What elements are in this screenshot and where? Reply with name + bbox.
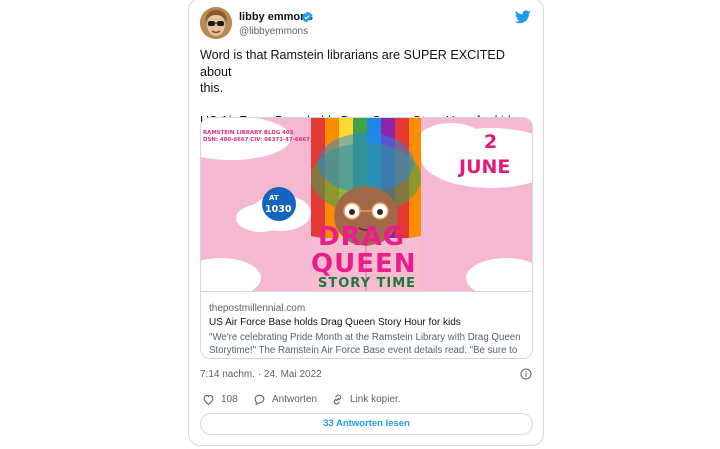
preview-date-month: JUNE [459,156,511,178]
read-replies-button[interactable]: 33 Antworten lesen [200,413,533,435]
copy-link-button[interactable]: Link kopier. [331,393,401,406]
verified-badge-icon [302,11,312,23]
copy-link-label: Link kopier. [350,394,401,405]
preview-library-text: RAMSTEIN LIBRARY BLDG 403 DSN: 480-6667 … [203,130,310,143]
link-domain: thepostmillennial.com [209,303,306,314]
tweet-text-line: Word is that Ramstein librarians are SUP… [200,48,505,79]
info-icon[interactable] [520,368,532,380]
heart-icon [203,394,214,406]
author-handle[interactable]: @libbyemmons [239,26,308,37]
avatar[interactable] [200,7,232,39]
tweet-card: libby emmons @libbyemmons Word is that R… [188,0,544,446]
preview-headline-queen: QUEEN [311,249,417,279]
reply-bubble-icon [254,394,265,406]
reply-label: Antworten [272,394,318,405]
preview-headline-story: STORY TIME [318,276,417,291]
reply-button[interactable]: Antworten [253,393,317,406]
link-card-info[interactable]: thepostmillennial.com US Air Force Base … [201,291,532,358]
like-button[interactable]: 108 [202,393,238,406]
preview-date-day: 2 [484,131,498,153]
twitter-bird-icon[interactable] [515,10,531,24]
preview-time-at: AT [269,194,279,202]
link-preview-card[interactable]: RAMSTEIN LIBRARY BLDG 403 DSN: 480-6667 … [200,117,533,359]
preview-headline-drag: DRAG [318,222,406,252]
preview-time-value: 1030 [265,204,292,215]
like-count: 108 [221,394,238,405]
tweet-text-line: this. [200,81,224,95]
link-icon [333,394,342,405]
link-title: US Air Force Base holds Drag Queen Story… [209,317,461,328]
link-description: "We're celebrating Pride Month at the Ra… [209,332,521,356]
preview-image[interactable]: RAMSTEIN LIBRARY BLDG 403 DSN: 480-6667 … [201,118,532,291]
tweet-timestamp[interactable]: 7:14 nachm. · 24. Mai 2022 [200,369,322,380]
